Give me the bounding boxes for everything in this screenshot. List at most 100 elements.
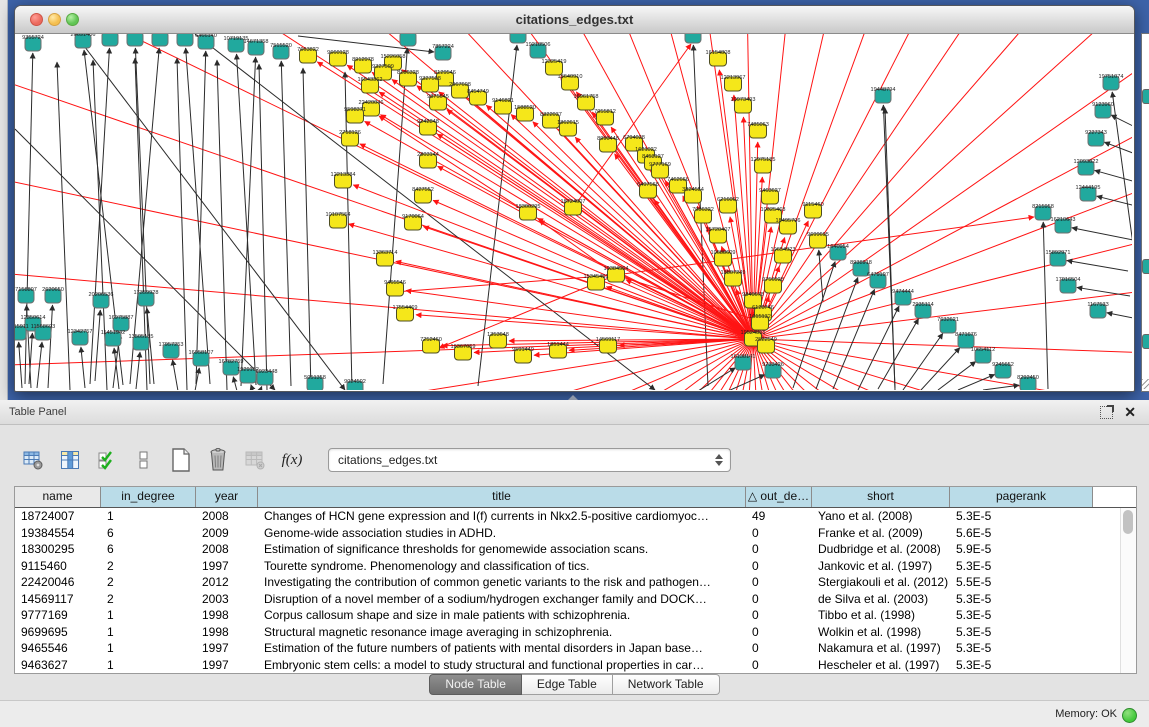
network-window-titlebar[interactable]: citations_edges.txt	[15, 6, 1134, 34]
graph-node[interactable]: 10653267	[148, 34, 173, 46]
graph-node[interactable]: 2718126	[339, 130, 361, 146]
close-window-button[interactable]	[30, 13, 43, 26]
graph-node[interactable]: 5051358	[304, 375, 326, 390]
table-row[interactable]: 1830029562008Estimation of significance …	[15, 541, 1136, 558]
graph-node[interactable]: 9660128	[327, 50, 349, 66]
graph-node[interactable]: 20691406	[71, 34, 96, 48]
graph-node[interactable]: 20206536	[89, 292, 114, 308]
column-header-pagerank[interactable]: pagerank	[950, 487, 1093, 507]
graph-node[interactable]: 7485063	[747, 122, 769, 138]
tab-node-table[interactable]: Node Table	[429, 674, 522, 695]
table-row[interactable]: 977716911998Corpus callosum shape and si…	[15, 607, 1136, 624]
graph-node[interactable]: 9463627	[759, 188, 781, 204]
graph-node[interactable]: 9474444	[892, 289, 914, 305]
graph-node[interactable]: 16210643	[1051, 217, 1076, 233]
graph-node[interactable]: 9699695	[807, 232, 829, 248]
scrollbar-thumb[interactable]	[1123, 510, 1133, 534]
graph-node[interactable]: 8292450	[1017, 375, 1039, 390]
graph-node[interactable]: 16961758	[574, 94, 599, 110]
graph-node[interactable]: 12325419	[542, 59, 567, 75]
graph-node[interactable]: 12444195	[1076, 185, 1101, 201]
graph-node[interactable]: 14569117	[596, 337, 620, 353]
graph-node[interactable]: 6466140	[195, 34, 217, 49]
graph-node[interactable]: 17016504	[1056, 277, 1081, 293]
graph-node[interactable]: 2620650	[42, 287, 64, 303]
graph-node[interactable]: 10107554	[326, 212, 351, 228]
graph-node[interactable]: 1615132	[749, 314, 771, 330]
graph-node[interactable]: 18495796	[776, 218, 801, 234]
select-all-icon[interactable]	[94, 447, 120, 473]
graph-node[interactable]: 3824554	[682, 187, 704, 203]
graph-node[interactable]: 6479197	[867, 272, 889, 288]
column-header-title[interactable]: title	[258, 487, 746, 507]
graph-node[interactable]: 15720407	[706, 227, 731, 243]
graph-node[interactable]: 9115460	[802, 202, 823, 218]
graph-node[interactable]: 14671358	[244, 39, 269, 55]
float-panel-icon[interactable]	[1100, 406, 1113, 419]
column-header-name[interactable]: name	[15, 487, 101, 507]
graph-node[interactable]: 9242848	[417, 119, 439, 135]
graph-node[interactable]: 9245652	[992, 362, 1014, 378]
graph-node[interactable]: 12975185	[751, 157, 776, 173]
graph-node[interactable]: 1167533	[1087, 302, 1108, 318]
graph-node[interactable]: 17554469	[393, 305, 418, 321]
graph-node[interactable]: 18724007	[561, 199, 586, 215]
graph-node[interactable]: 18640910	[558, 74, 583, 90]
graph-node[interactable]: 8454749	[467, 89, 489, 105]
graph-node[interactable]: 7986322	[692, 207, 714, 223]
graph-node[interactable]: 19654923	[771, 247, 796, 263]
graph-node[interactable]: 9227343	[1085, 130, 1107, 146]
graph-node[interactable]: 6216062	[717, 197, 739, 213]
graph-node[interactable]: 2522549	[755, 337, 777, 353]
graph-node[interactable]: 1929102	[237, 367, 259, 383]
graph-node[interactable]: 11568693	[31, 324, 55, 340]
graph-node[interactable]: 1527602	[174, 34, 196, 46]
graph-node[interactable]: 10654112	[971, 347, 995, 363]
graph-node[interactable]: 9886220	[124, 34, 146, 46]
table-row[interactable]: 946362711997Embryonic stem cells: a mode…	[15, 657, 1136, 674]
graph-node[interactable]: 2887682	[682, 34, 704, 43]
graph-node[interactable]: 1851444	[547, 342, 569, 358]
column-header-year[interactable]: year	[196, 487, 258, 507]
table-row[interactable]: 911546021997Tourette syndrome. Phenomeno…	[15, 558, 1136, 575]
column-header-in_degree[interactable]: in_degree	[101, 487, 196, 507]
resize-grip-icon[interactable]	[1142, 379, 1149, 389]
graph-node[interactable]: 16154808	[706, 50, 731, 66]
graph-node[interactable]: 9777169	[649, 162, 671, 178]
graph-node[interactable]: 9327508	[419, 76, 441, 92]
function-builder-icon[interactable]: f(x)	[279, 447, 305, 473]
graph-node[interactable]: 9598371	[344, 107, 366, 123]
graph-node[interactable]: 1862615	[557, 120, 579, 136]
graph-node[interactable]: 9146821	[492, 98, 514, 114]
graph-node[interactable]: 7252460	[420, 337, 442, 353]
graph-node[interactable]: 8186328	[397, 70, 419, 86]
graph-node[interactable]: 7158807	[15, 287, 37, 303]
graph-node[interactable]: 15345451	[584, 274, 609, 290]
graph-node[interactable]: 12213384	[331, 172, 356, 188]
vertical-scrollbar[interactable]	[1120, 508, 1136, 673]
table-row[interactable]: 1938455462009Genome-wide association stu…	[15, 525, 1136, 542]
column-header-out_de[interactable]: △ out_de…	[746, 487, 812, 507]
graph-node[interactable]: 9170064	[402, 214, 424, 230]
graph-node[interactable]: 10688609	[711, 250, 736, 266]
graph-node[interactable]: 6497568	[637, 182, 659, 198]
graph-node[interactable]: 8912978	[352, 57, 374, 73]
graph-node[interactable]: 9591449	[512, 347, 534, 363]
graph-node[interactable]: 8990448	[597, 136, 619, 152]
table-row[interactable]: 969969511998Structural magnetic resonanc…	[15, 624, 1136, 641]
graph-node[interactable]: 1588520	[514, 105, 536, 121]
graph-node[interactable]: 13363714	[373, 250, 398, 266]
graph-node[interactable]: 16053809	[396, 34, 421, 46]
graph-node[interactable]: 9465546	[384, 280, 406, 296]
graph-node[interactable]: 1640954	[827, 244, 849, 260]
graph-node[interactable]: 10973493	[731, 97, 756, 113]
graph-node[interactable]: 12213967	[721, 75, 746, 91]
graph-node[interactable]: 9355724	[22, 35, 44, 51]
tab-edge-table[interactable]: Edge Table	[522, 674, 613, 695]
graph-node[interactable]: 16367059	[451, 344, 476, 360]
graph-node[interactable]: 18300295	[516, 204, 541, 220]
network-canvas[interactable]: 9355724206914061208815598862201065326715…	[15, 34, 1132, 390]
graph-node[interactable]: 7632621	[937, 317, 959, 333]
graph-node[interactable]: 8427552	[412, 187, 434, 203]
graph-node[interactable]: 9123960	[1092, 102, 1114, 118]
